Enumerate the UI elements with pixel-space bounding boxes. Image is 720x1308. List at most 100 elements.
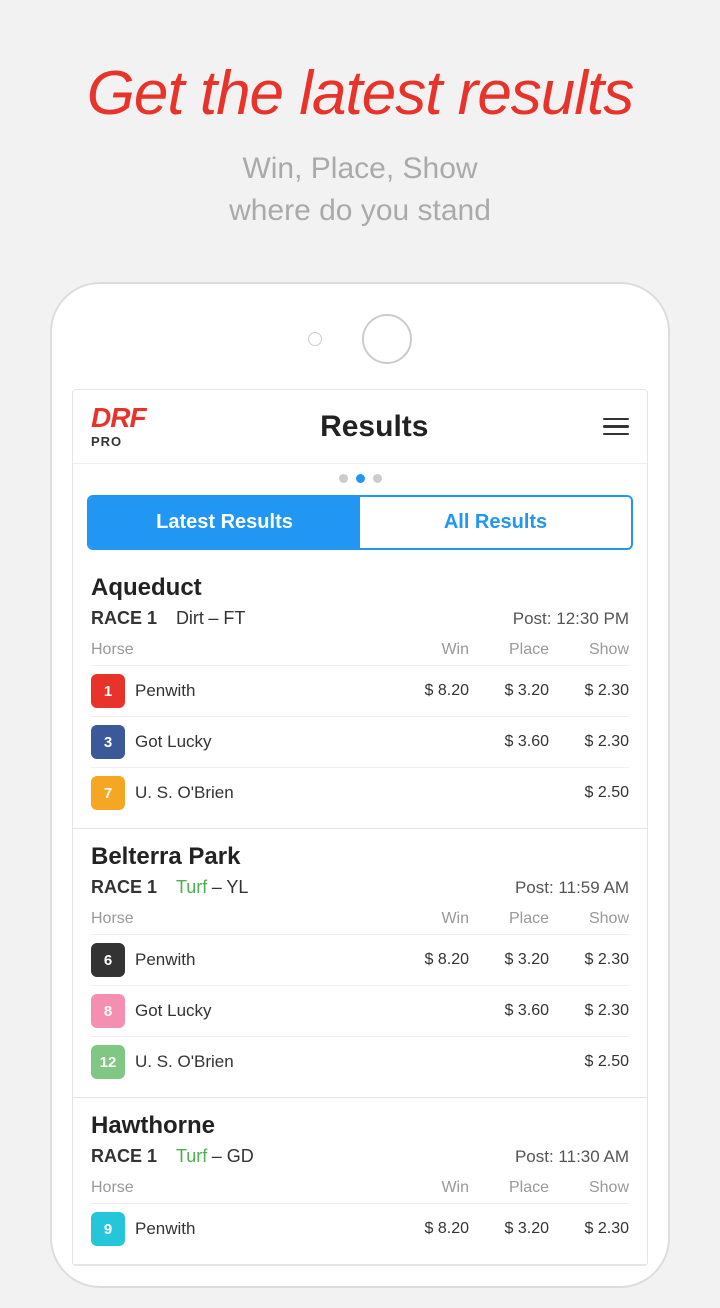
horse-show-b1: $ 2.30	[549, 951, 629, 969]
drf-logo-text: DRF	[91, 404, 146, 432]
horse-show-3: $ 2.50	[549, 784, 629, 802]
col-horse-label-b: Horse	[91, 910, 389, 928]
horse-row: 7 U. S. O'Brien $ 2.50	[91, 768, 629, 818]
app-header: DRF PRO Results	[73, 390, 647, 464]
horse-win-h1: $ 8.20	[389, 1220, 469, 1238]
hero-subtitle-line2: where do you stand	[229, 194, 491, 227]
race-num-aqueduct: RACE 1	[91, 608, 157, 628]
app-title: Results	[320, 410, 428, 444]
col-headers-belterra: Horse Win Place Show	[91, 906, 629, 935]
camera-icon	[308, 332, 322, 346]
hero-section: Get the latest results Win, Place, Show …	[0, 0, 720, 262]
col-show-label: Show	[549, 641, 629, 659]
col-win-label-b: Win	[389, 910, 469, 928]
race-condition-belterra: YL	[226, 877, 248, 897]
col-place-label-h: Place	[469, 1179, 549, 1197]
race-details-aqueduct: RACE 1 Dirt – FT	[91, 608, 245, 629]
horse-show-b2: $ 2.30	[549, 1002, 629, 1020]
horse-badge-h1: 9	[91, 1212, 125, 1246]
race-surface-belterra: Turf	[176, 877, 207, 897]
race-surface-hawthorne: Turf	[176, 1146, 207, 1166]
race-section-hawthorne: Hawthorne RACE 1 Turf – GD Post: 11:30 A…	[73, 1098, 647, 1265]
horse-badge-3: 7	[91, 776, 125, 810]
venue-name-aqueduct: Aqueduct	[91, 574, 629, 602]
horse-row: 12 U. S. O'Brien $ 2.50	[91, 1037, 629, 1087]
col-win-label-h: Win	[389, 1179, 469, 1197]
horse-place-b1: $ 3.20	[469, 951, 549, 969]
tab-bar: Latest Results All Results	[87, 495, 633, 550]
speaker-icon	[362, 314, 412, 364]
horse-place-b2: $ 3.60	[469, 1002, 549, 1020]
post-time-belterra: Post: 11:59 AM	[515, 878, 629, 898]
app-container: DRF PRO Results Latest Results All Resul…	[72, 389, 648, 1266]
hamburger-line-1	[603, 418, 629, 421]
col-place-label: Place	[469, 641, 549, 659]
horse-win-b1: $ 8.20	[389, 951, 469, 969]
race-info-aqueduct: RACE 1 Dirt – FT Post: 12:30 PM	[91, 608, 629, 629]
race-info-hawthorne: RACE 1 Turf – GD Post: 11:30 AM	[91, 1146, 629, 1167]
col-headers-hawthorne: Horse Win Place Show	[91, 1175, 629, 1204]
hero-subtitle-line1: Win, Place, Show	[242, 152, 477, 185]
race-condition-aqueduct: FT	[223, 608, 245, 628]
dot-3[interactable]	[373, 474, 382, 483]
horse-badge-1: 1	[91, 674, 125, 708]
horse-show-h1: $ 2.30	[549, 1220, 629, 1238]
horse-badge-b2: 8	[91, 994, 125, 1028]
horse-row: 6 Penwith $ 8.20 $ 3.20 $ 2.30	[91, 935, 629, 986]
col-horse-label: Horse	[91, 641, 389, 659]
venue-name-hawthorne: Hawthorne	[91, 1112, 629, 1140]
horse-place-1: $ 3.20	[469, 682, 549, 700]
horse-row: 9 Penwith $ 8.20 $ 3.20 $ 2.30	[91, 1204, 629, 1254]
race-section-belterra: Belterra Park RACE 1 Turf – YL Post: 11:…	[73, 829, 647, 1098]
race-num-hawthorne: RACE 1	[91, 1146, 157, 1166]
race-details-hawthorne: RACE 1 Turf – GD	[91, 1146, 254, 1167]
race-section-aqueduct: Aqueduct RACE 1 Dirt – FT Post: 12:30 PM…	[73, 560, 647, 829]
col-show-label-h: Show	[549, 1179, 629, 1197]
hamburger-line-2	[603, 425, 629, 428]
horse-row: 1 Penwith $ 8.20 $ 3.20 $ 2.30	[91, 666, 629, 717]
venue-name-belterra: Belterra Park	[91, 843, 629, 871]
race-info-belterra: RACE 1 Turf – YL Post: 11:59 AM	[91, 877, 629, 898]
col-place-label-b: Place	[469, 910, 549, 928]
horse-place-2: $ 3.60	[469, 733, 549, 751]
race-num-belterra: RACE 1	[91, 877, 157, 897]
dot-2[interactable]	[356, 474, 365, 483]
post-time-hawthorne: Post: 11:30 AM	[515, 1147, 629, 1167]
horse-badge-2: 3	[91, 725, 125, 759]
tab-latest-results[interactable]: Latest Results	[89, 497, 360, 548]
race-condition-hawthorne: GD	[227, 1146, 254, 1166]
horse-name-2: Got Lucky	[135, 732, 389, 752]
drf-logo: DRF PRO	[91, 404, 146, 449]
post-time-aqueduct: Post: 12:30 PM	[513, 609, 629, 629]
horse-place-h1: $ 3.20	[469, 1220, 549, 1238]
dot-1[interactable]	[339, 474, 348, 483]
hero-title: Get the latest results	[40, 60, 680, 128]
horse-show-1: $ 2.30	[549, 682, 629, 700]
horse-win-1: $ 8.20	[389, 682, 469, 700]
horse-row: 3 Got Lucky $ 3.60 $ 2.30	[91, 717, 629, 768]
phone-frame: DRF PRO Results Latest Results All Resul…	[50, 282, 670, 1288]
race-surface-aqueduct: Dirt	[176, 608, 204, 628]
horse-name-1: Penwith	[135, 681, 389, 701]
race-details-belterra: RACE 1 Turf – YL	[91, 877, 248, 898]
horse-show-b3: $ 2.50	[549, 1053, 629, 1071]
horse-name-b1: Penwith	[135, 950, 389, 970]
carousel-dots	[73, 464, 647, 491]
horse-show-2: $ 2.30	[549, 733, 629, 751]
tab-all-results[interactable]: All Results	[360, 497, 631, 548]
hero-subtitle: Win, Place, Show where do you stand	[40, 148, 680, 232]
horse-name-h1: Penwith	[135, 1219, 389, 1239]
horse-name-3: U. S. O'Brien	[135, 783, 389, 803]
horse-row: 8 Got Lucky $ 3.60 $ 2.30	[91, 986, 629, 1037]
menu-button[interactable]	[603, 418, 629, 436]
horse-name-b2: Got Lucky	[135, 1001, 389, 1021]
col-headers-aqueduct: Horse Win Place Show	[91, 637, 629, 666]
col-win-label: Win	[389, 641, 469, 659]
pro-logo-text: PRO	[91, 434, 122, 449]
horse-badge-b1: 6	[91, 943, 125, 977]
horse-name-b3: U. S. O'Brien	[135, 1052, 389, 1072]
horse-badge-b3: 12	[91, 1045, 125, 1079]
col-horse-label-h: Horse	[91, 1179, 389, 1197]
col-show-label-b: Show	[549, 910, 629, 928]
hamburger-line-3	[603, 433, 629, 436]
